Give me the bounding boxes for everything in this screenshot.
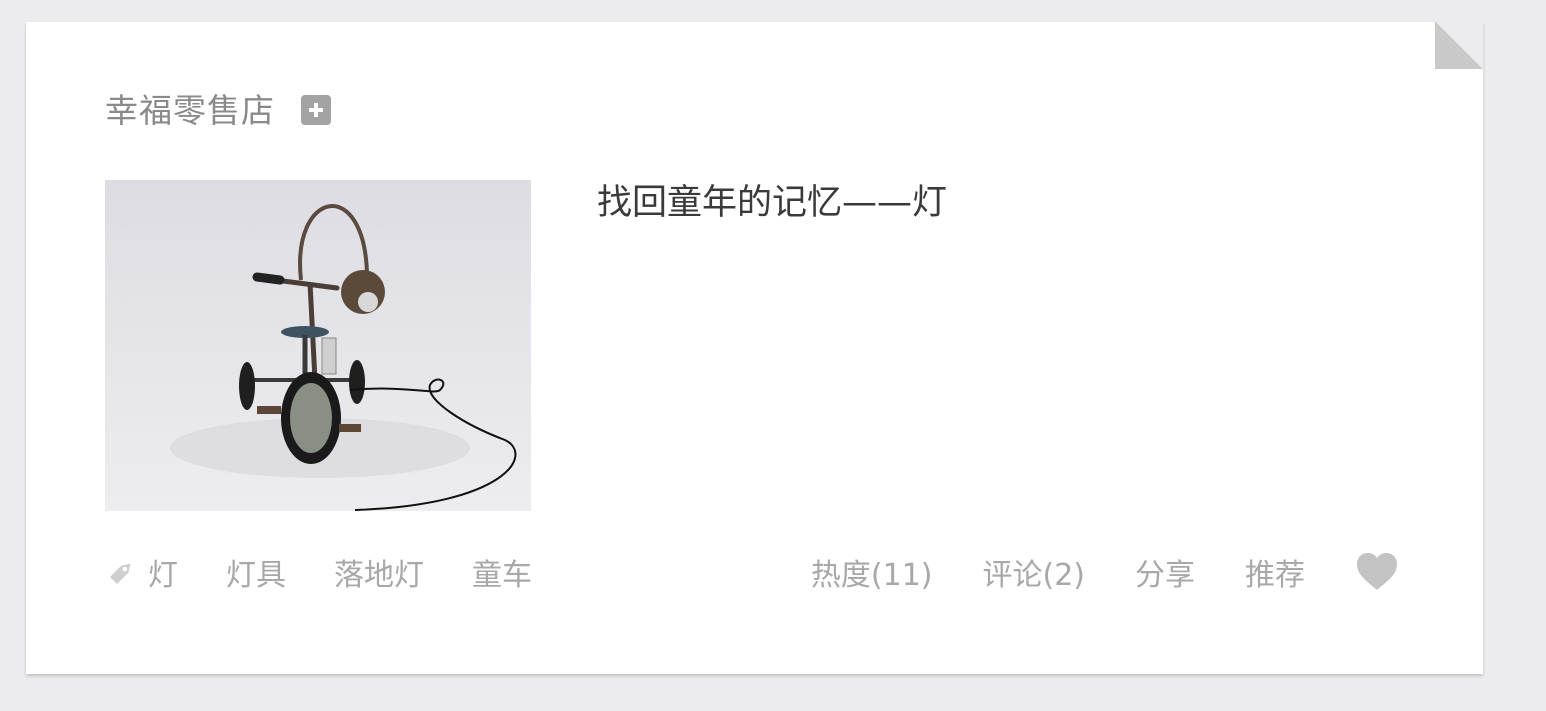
post-image[interactable] [105, 180, 531, 511]
hot-link[interactable]: 热度(11) [811, 550, 933, 594]
tag-icon [109, 563, 131, 585]
post-card: 幸福零售店 找回童年的记忆——灯 灯 灯具 落地灯 童车 热度(11) 评论(2… [26, 22, 1483, 674]
plus-icon[interactable] [301, 95, 331, 125]
recommend-link[interactable]: 推荐 [1245, 550, 1305, 594]
blog-name-link[interactable]: 幸福零售店 [105, 84, 275, 132]
comment-link[interactable]: 评论(2) [983, 550, 1086, 594]
heart-icon[interactable] [1355, 552, 1399, 592]
tag-link[interactable]: 落地灯 [334, 550, 424, 594]
post-actions: 热度(11) 评论(2) 分享 推荐 [811, 550, 1399, 594]
page-fold-corner [1435, 22, 1483, 69]
tag-link[interactable]: 灯 [148, 550, 178, 594]
tag-link[interactable]: 灯具 [226, 550, 286, 594]
post-title[interactable]: 找回童年的记忆——灯 [597, 174, 947, 225]
tricycle-lamp-photo [170, 204, 517, 511]
share-link[interactable]: 分享 [1135, 550, 1195, 594]
tag-link[interactable]: 童车 [472, 550, 532, 594]
tag-list: 灯 灯具 落地灯 童车 [106, 550, 580, 594]
